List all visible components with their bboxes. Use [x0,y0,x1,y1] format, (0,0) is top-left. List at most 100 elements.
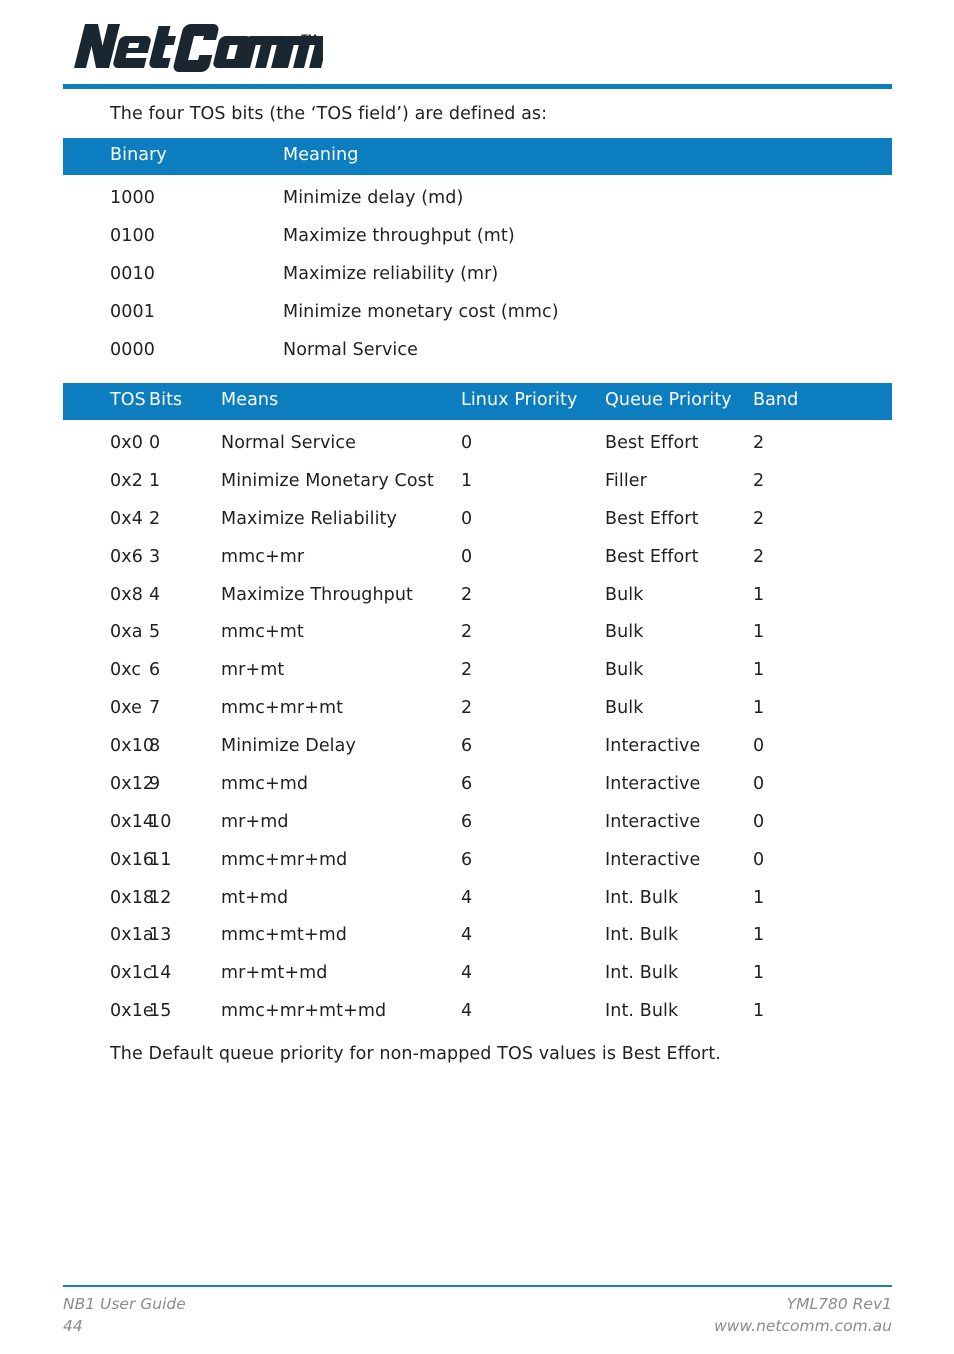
cell-tos: 0x18 [110,887,155,908]
table-row: 1000 Minimize delay (md) [63,175,892,218]
cell-tos: 0x16 [110,849,155,870]
cell-band: 1 [753,925,765,946]
cell-means: mr+mt [221,660,285,681]
cell-queue: Int. Bulk [605,963,679,984]
cell-queue: Bulk [605,584,644,605]
cell-queue: Int. Bulk [605,1001,679,1022]
table-row: 0x10 8 Minimize Delay 6 Interactive 0 [63,728,892,766]
cell-bits: 11 [149,849,172,870]
cell-linux: 4 [461,1001,473,1022]
table-row: 0010 Maximize reliability (mr) [63,256,892,294]
cell-bits: 1 [149,470,161,491]
cell-tos: 0x2 [110,470,143,491]
tos-mapping-table-head: TOS Bits Means Linux Priority Queue Prio… [63,383,892,420]
cell-tos: 0x10 [110,736,155,756]
document-page: TM The four TOS bits (the ‘TOS field’) a… [0,0,954,1354]
cell-band: 0 [753,773,765,794]
cell-linux: 2 [461,584,473,605]
cell-means: mmc+mt [221,622,304,643]
cell-bits: 5 [149,622,161,643]
cell-bits: 13 [149,925,172,946]
column-header-band: Band [753,390,799,411]
table-spacer [63,369,892,383]
cell-linux: 1 [461,470,473,491]
cell-binary: 1000 [110,188,155,208]
cell-means: mt+md [221,887,289,908]
cell-means: mmc+mr+mt+md [221,1001,387,1022]
table-row: 0x1c 14 mr+mt+md 4 Int. Bulk 1 [63,955,892,993]
cell-linux: 2 [461,698,473,719]
cell-means: Maximize Throughput [221,584,414,605]
cell-bits: 14 [149,963,172,984]
cell-linux: 2 [461,660,473,681]
table-row: 0x4 2 Maximize Reliability 0 Best Effort 2 [63,501,892,539]
cell-band: 0 [753,736,765,756]
cell-tos: 0x1c [110,963,153,984]
cell-band: 1 [753,584,765,605]
cell-tos: 0x4 [110,508,143,529]
footer-left: NB1 User Guide 44 [63,1293,186,1337]
cell-band: 1 [753,887,765,908]
cell-queue: Int. Bulk [605,887,679,908]
cell-linux: 2 [461,622,473,643]
footer-accent-rule [63,1285,892,1287]
table-row: 0001 Minimize monetary cost (mmc) [63,294,892,332]
cell-bits: 8 [149,736,161,756]
tos-bits-table-body: 1000 Minimize delay (md) 0100 Maximize thro… [63,175,892,369]
cell-queue: Best Effort [605,546,699,567]
cell-linux: 4 [461,963,473,984]
page-footer: NB1 User Guide 44 YML780 Rev1 www.netcom… [63,1293,892,1337]
cell-tos: 0x0 [110,433,143,453]
cell-linux: 0 [461,508,473,529]
cell-tos: 0x8 [110,584,143,605]
footer-website: www.netcomm.com.au [714,1317,892,1335]
cell-meaning: Minimize delay (md) [283,188,464,208]
cell-tos: 0x1e [110,1001,154,1022]
table-row: 0x6 3 mmc+mr 0 Best Effort 2 [63,539,892,577]
cell-bits: 4 [149,584,161,605]
cell-queue: Best Effort [605,433,699,453]
cell-bits: 3 [149,546,161,567]
tos-mapping-table-body: 0x0 0 Normal Service 0 Best Effort 2 0x2 1 Minim… [63,420,892,1031]
cell-band: 1 [753,622,765,643]
cell-means: Normal Service [221,433,356,453]
tos-bits-table-head: Binary Meaning [63,138,892,175]
cell-means: Maximize Reliability [221,508,397,529]
intro-paragraph: The four TOS bits (the ‘TOS field’) are … [110,104,548,124]
cell-band: 1 [753,963,765,984]
table-row: 0x2 1 Minimize Monetary Cost 1 Filler 2 [63,463,892,501]
cell-binary: 0010 [110,263,155,284]
cell-means: mr+md [221,811,289,832]
cell-linux: 6 [461,736,473,756]
column-header-linux-priority: Linux Priority [461,390,578,411]
cell-linux: 6 [461,811,473,832]
table-header-row: TOS Bits Means Linux Priority Queue Prio… [63,383,892,420]
footer-right: YML780 Rev1 www.netcomm.com.au [714,1293,892,1337]
cell-band: 0 [753,849,765,870]
cell-means: mmc+mr [221,546,305,567]
cell-means: mmc+mt+md [221,925,348,946]
cell-means: mmc+mr+md [221,849,348,870]
column-header-means: Means [221,390,279,411]
table-row: 0100 Maximize throughput (mt) [63,218,892,256]
cell-tos: 0x6 [110,546,143,567]
cell-linux: 6 [461,849,473,870]
cell-tos: 0x1a [110,925,154,946]
table-header-row: Binary Meaning [63,138,892,175]
cell-bits: 2 [149,508,161,529]
cell-means: mmc+mr+mt [221,698,344,719]
cell-band: 2 [753,433,765,453]
column-header-binary: Binary [110,145,167,166]
header-accent-rule [63,84,892,89]
cell-bits: 0 [149,433,161,453]
cell-tos: 0x12 [110,773,155,794]
cell-queue: Int. Bulk [605,925,679,946]
cell-linux: 0 [461,546,473,567]
cell-bits: 10 [149,811,172,832]
column-header-bits: Bits [149,390,183,411]
cell-queue: Interactive [605,811,701,832]
cell-tos: 0xa [110,622,143,643]
cell-meaning: Maximize reliability (mr) [283,263,499,284]
cell-band: 2 [753,508,765,529]
table-row: 0xc 6 mr+mt 2 Bulk 1 [63,652,892,690]
